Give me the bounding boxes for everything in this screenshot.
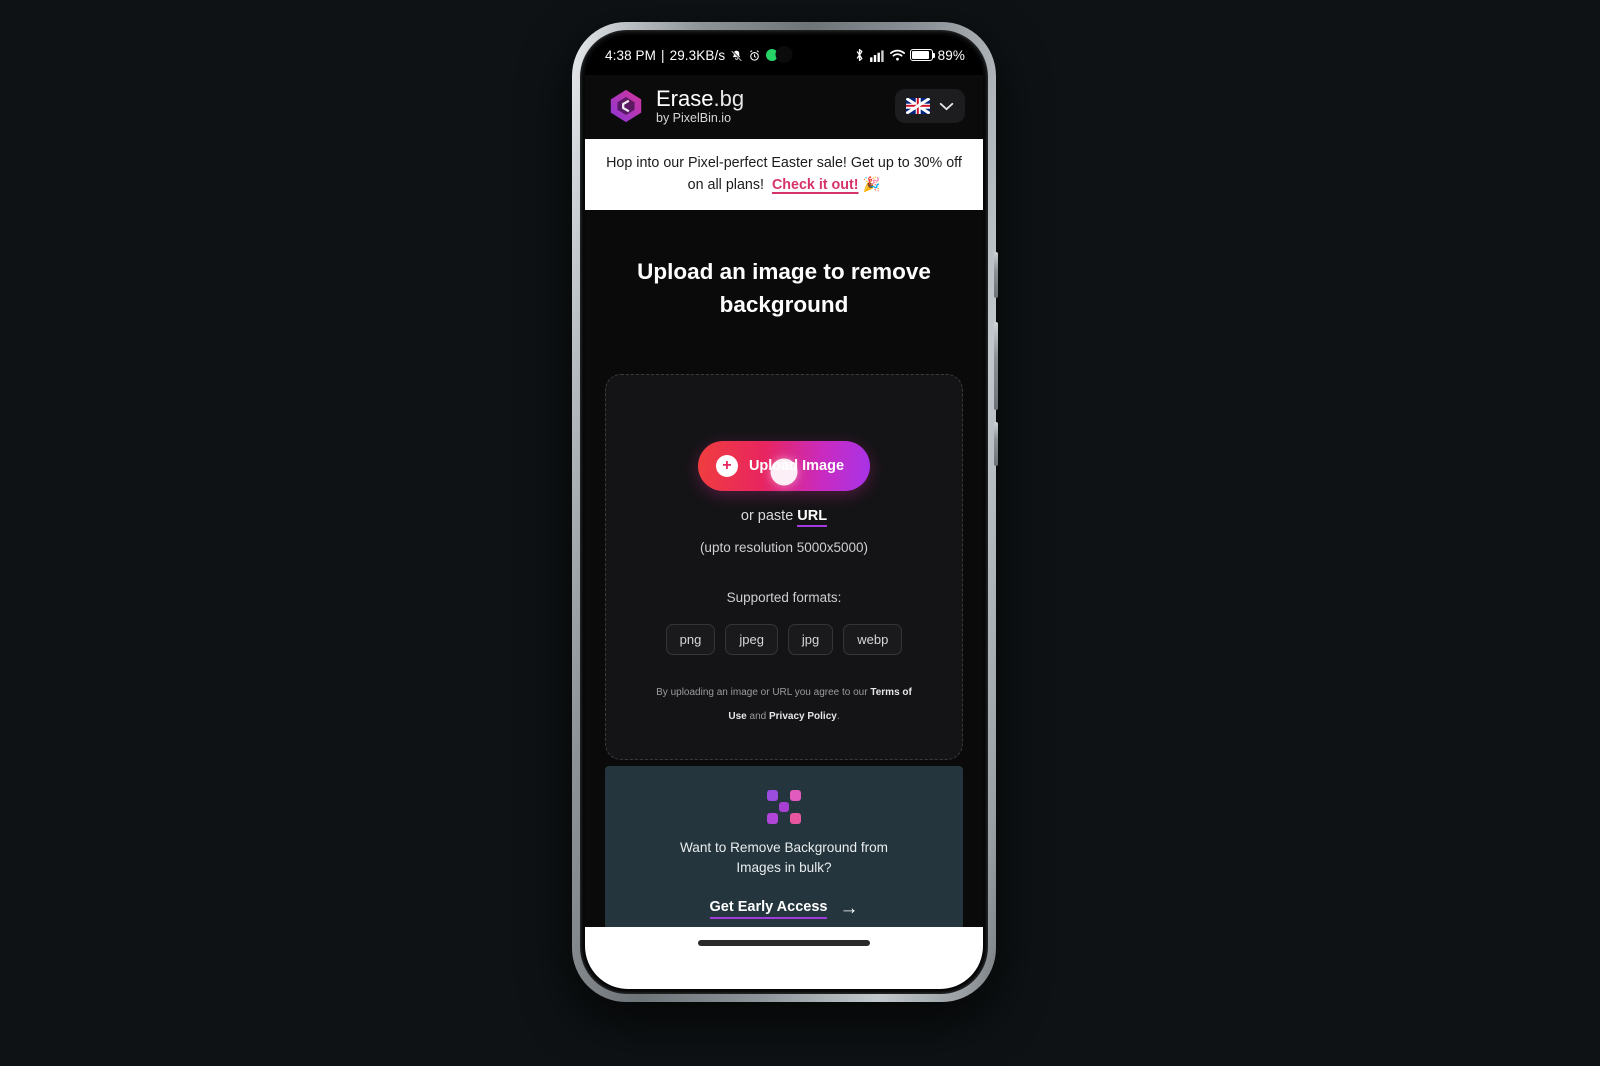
- battery-percent: 89%: [937, 47, 965, 63]
- promo-banner[interactable]: Hop into our Pixel-perfect Easter sale! …: [585, 139, 983, 211]
- brand-subtitle: by PixelBin.io: [656, 111, 732, 126]
- bulk-grid-icon: [767, 790, 801, 825]
- bell-mute-icon: [731, 49, 743, 61]
- home-indicator-pill[interactable]: [698, 940, 870, 946]
- privacy-policy-link[interactable]: Privacy Policy: [769, 711, 837, 722]
- format-chip-webp: webp: [843, 624, 903, 656]
- upload-image-button[interactable]: + Upload Image: [697, 441, 871, 492]
- get-early-access-link[interactable]: Get Early Access: [709, 899, 828, 919]
- terms-suffix: .: [836, 711, 840, 723]
- brand-name-suffix: .bg: [713, 86, 745, 111]
- promo-emoji: 🎉: [862, 177, 881, 194]
- format-chip-jpg: jpg: [787, 624, 834, 656]
- phone-button-volume[interactable]: [994, 322, 998, 410]
- arrow-right-icon: →: [839, 898, 859, 920]
- battery-icon: [909, 49, 936, 61]
- status-separator: |: [660, 47, 665, 63]
- terms-prefix: By uploading an image or URL you agree t…: [656, 687, 871, 699]
- supported-formats-list: png jpeg jpg webp: [665, 624, 903, 656]
- wifi-icon: [889, 49, 905, 61]
- plus-icon: +: [715, 455, 738, 478]
- format-chip-png: png: [665, 624, 716, 656]
- screenshot-stage: 4:38 PM | 29.3KB/s 89% Erase.bg by Pixel…: [0, 0, 1600, 1066]
- resolution-note: (upto resolution 5000x5000): [699, 540, 869, 556]
- camera-punch-hole: [775, 46, 793, 63]
- phone-screen: 4:38 PM | 29.3KB/s 89% Erase.bg by Pixel…: [585, 35, 983, 989]
- system-navigation-bar: [585, 927, 983, 989]
- format-chip-jpeg: jpeg: [725, 624, 778, 656]
- app-header: Erase.bg by PixelBin.io: [585, 75, 983, 140]
- bulk-promo-card[interactable]: Want to Remove Background from Images in…: [605, 766, 963, 945]
- brand-name: Erase.bg: [656, 86, 745, 111]
- erasebg-logo-icon: [610, 89, 642, 123]
- promo-cta-link[interactable]: Check it out!: [772, 177, 859, 193]
- status-bar-left: 4:38 PM | 29.3KB/s: [605, 47, 779, 63]
- paste-url-link[interactable]: URL: [797, 508, 828, 528]
- status-bar-right: 89%: [854, 48, 965, 63]
- terms-disclaimer: By uploading an image or URL you agree t…: [649, 681, 919, 729]
- paste-url-row: or paste URL: [740, 508, 828, 528]
- cellular-signal-icon: [869, 49, 884, 62]
- status-time: 4:38 PM: [605, 47, 656, 63]
- main-content[interactable]: Upload an image to remove background + U…: [585, 210, 983, 989]
- supported-formats-label: Supported formats:: [726, 590, 842, 606]
- status-bar: 4:38 PM | 29.3KB/s 89%: [585, 35, 983, 75]
- chevron-down-icon: [939, 102, 954, 110]
- upload-image-button-label: Upload Image: [748, 458, 845, 475]
- page-title: Upload an image to remove background: [637, 259, 931, 318]
- phone-button-power[interactable]: [994, 422, 998, 466]
- uk-flag-icon: [906, 98, 930, 115]
- brand-text: Erase.bg by PixelBin.io: [656, 87, 744, 125]
- phone-device-frame: 4:38 PM | 29.3KB/s 89% Erase.bg by Pixel…: [572, 22, 998, 1002]
- paste-url-prefix: or paste: [740, 508, 798, 525]
- bulk-promo-text: Want to Remove Background from Images in…: [679, 840, 889, 876]
- terms-middle: and: [746, 711, 769, 723]
- bulk-cta-row[interactable]: Get Early Access →: [709, 898, 859, 920]
- brand[interactable]: Erase.bg by PixelBin.io: [607, 87, 744, 125]
- upload-dropzone[interactable]: + Upload Image or paste URL (upto resolu…: [605, 374, 963, 761]
- phone-button-mute[interactable]: [994, 252, 998, 298]
- bluetooth-icon: [856, 48, 863, 62]
- language-selector[interactable]: [895, 89, 965, 124]
- status-network-speed: 29.3KB/s: [669, 47, 726, 63]
- phone-bezel: 4:38 PM | 29.3KB/s 89% Erase.bg by Pixel…: [580, 30, 988, 994]
- alarm-clock-icon: [750, 49, 760, 61]
